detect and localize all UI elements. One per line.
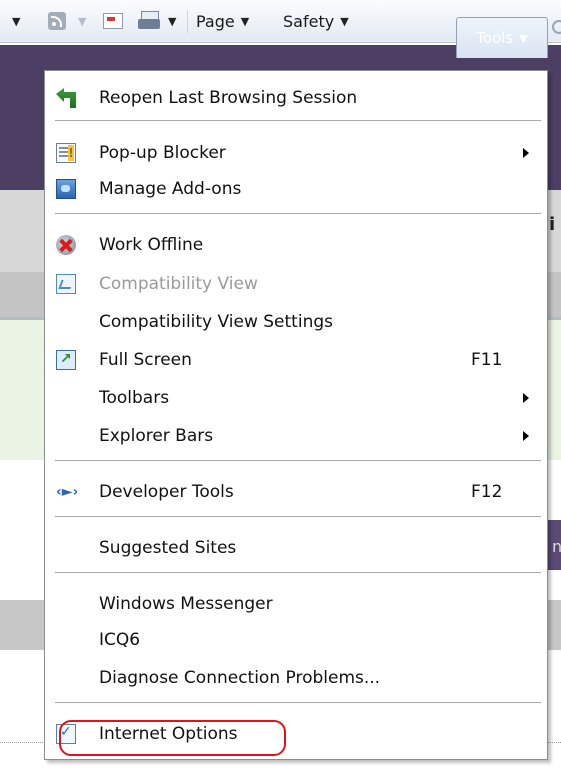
manage-addons-icon (56, 179, 76, 199)
menu-item-explorer-bars[interactable]: Explorer Bars (47, 419, 545, 453)
menu-item-shortcut: F12 (471, 482, 503, 502)
printer-icon (138, 11, 162, 31)
menu-item-work-offline[interactable]: Work Offline (47, 228, 545, 262)
menu-item-windows-messenger[interactable]: Windows Messenger (47, 587, 545, 621)
submenu-arrow-icon (523, 431, 529, 441)
menu-item-label: Full Screen (99, 350, 192, 370)
popup-blocker-icon (56, 143, 76, 163)
feeds-button[interactable] (48, 0, 66, 42)
menu-item-label: Reopen Last Browsing Session (99, 88, 358, 108)
feeds-dropdown-arrow[interactable]: ▼ (78, 0, 86, 42)
menu-separator (55, 516, 541, 518)
menu-item-label: Compatibility View (99, 274, 258, 294)
tools-menu-label: Tools (476, 29, 514, 47)
menu-item-icq6[interactable]: ICQ6 (47, 623, 545, 657)
print-dropdown-arrow[interactable]: ▼ (168, 0, 176, 42)
menu-item-shortcut: F11 (471, 350, 503, 370)
menu-item-full-screen[interactable]: Full Screen F11 (47, 343, 545, 377)
menu-item-popup-blocker[interactable]: Pop-up Blocker (47, 136, 545, 170)
full-screen-icon (56, 350, 76, 370)
menu-item-label: Developer Tools (99, 482, 234, 502)
work-offline-icon (56, 235, 76, 255)
menu-item-toolbars[interactable]: Toolbars (47, 381, 545, 415)
toolbar-separator (187, 11, 188, 33)
highlight-annotation-ring (59, 720, 286, 756)
menu-item-label: Explorer Bars (99, 426, 214, 446)
tools-dropdown-menu: Reopen Last Browsing Session Pop-up Bloc… (44, 70, 548, 760)
print-button[interactable] (138, 0, 162, 42)
menu-separator (55, 213, 541, 215)
menu-item-label: Work Offline (99, 235, 204, 255)
menu-item-label: Suggested Sites (99, 538, 237, 558)
menu-item-label: Toolbars (99, 388, 170, 408)
menu-item-label: ICQ6 (99, 630, 141, 650)
help-icon[interactable] (552, 20, 561, 34)
page-menu-button[interactable]: Page ▼ (196, 0, 249, 42)
safety-menu-label: Safety (283, 11, 335, 31)
menu-item-compatibility-view-settings[interactable]: Compatibility View Settings (47, 305, 545, 339)
page-text-fragment-2: n (552, 537, 561, 556)
menu-item-label: Pop-up Blocker (99, 143, 226, 163)
mail-icon (103, 13, 123, 29)
chevron-down-icon: ▼ (519, 31, 528, 45)
menu-item-label: Diagnose Connection Problems... (99, 668, 381, 688)
home-dropdown-arrow[interactable]: ▼ (12, 0, 20, 42)
submenu-arrow-icon (523, 393, 529, 403)
menu-item-reopen-last-browsing-session[interactable]: Reopen Last Browsing Session (47, 81, 545, 115)
menu-item-compatibility-view: Compatibility View (47, 267, 545, 301)
safety-menu-button[interactable]: Safety ▼ (283, 0, 349, 42)
menu-item-developer-tools[interactable]: ‹►› Developer Tools F12 (47, 475, 545, 509)
menu-separator (55, 120, 541, 122)
reopen-session-icon (56, 88, 76, 108)
page-text-fragment: i (549, 214, 556, 235)
menu-item-label: Compatibility View Settings (99, 312, 333, 332)
chevron-down-icon: ▼ (340, 14, 349, 28)
menu-separator (55, 702, 541, 704)
compatibility-view-icon (56, 274, 76, 294)
menu-item-label: Manage Add-ons (99, 179, 242, 199)
menu-item-diagnose-connection-problems[interactable]: Diagnose Connection Problems... (47, 661, 545, 695)
tools-menu-button[interactable]: Tools ▼ (456, 17, 548, 58)
developer-tools-icon: ‹►› (56, 484, 79, 500)
menu-item-label: Windows Messenger (99, 594, 273, 614)
menu-item-suggested-sites[interactable]: Suggested Sites (47, 531, 545, 565)
menu-separator (55, 572, 541, 574)
submenu-arrow-icon (523, 148, 529, 158)
menu-separator (55, 460, 541, 462)
menu-item-manage-addons[interactable]: Manage Add-ons (47, 172, 545, 206)
read-mail-button[interactable] (103, 0, 123, 42)
chevron-down-icon: ▼ (240, 14, 250, 28)
page-menu-label: Page (196, 11, 235, 31)
rss-feed-icon (48, 12, 66, 30)
